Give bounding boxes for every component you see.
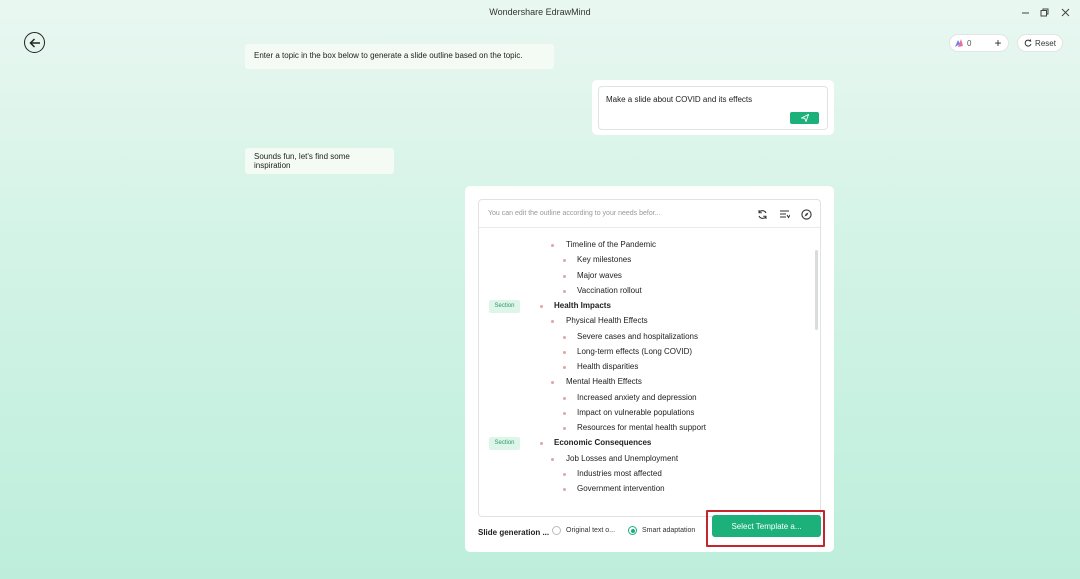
outline-item-row[interactable]: Severe cases and hospitalizations [479,330,814,344]
outline-item-row[interactable]: Impact on vulnerable populations [479,406,814,420]
add-credits-button[interactable]: + [992,37,1004,49]
send-button[interactable] [790,112,819,124]
credits-counter: 0 + [949,34,1009,52]
outline-item-row[interactable]: Long-term effects (Long COVID) [479,345,814,359]
outline-item-text: Government intervention [577,484,665,493]
outline-item-text: Physical Health Effects [566,316,648,326]
back-button[interactable] [24,32,45,53]
bullet-icon [563,427,566,430]
restore-icon[interactable] [1037,5,1051,19]
bullet-icon [563,350,566,354]
outline-item-text: Timeline of the Pandemic [566,240,656,249]
section-tag: Section [489,437,520,451]
outline-item-row[interactable]: Vaccination rollout [479,284,814,298]
radio-original-label: Original text o... [566,527,616,534]
outline-header: You can edit the outline according to yo… [479,200,820,228]
outline-item-row[interactable]: Resources for mental health support [479,421,814,435]
outline-item-text: Mental Health Effects [566,377,642,387]
prompt-input[interactable]: Make a slide about COVID and its effects [598,86,828,130]
outline-item-text: Economic Consequences [554,438,652,448]
assistant-intro-message: Enter a topic in the box below to genera… [245,44,554,69]
outline-rows: Timeline of the Pandemic Key milestones Ma… [479,228,820,516]
radio-smart-adaptation[interactable]: Smart adaptation [628,526,695,535]
outline-item-row[interactable]: Key milestones [479,253,814,267]
outline-hint: You can edit the outline according to yo… [488,210,661,217]
select-template-button[interactable]: Select Template a... [712,515,821,537]
outline-item-text: Job Losses and Unemployment [566,453,679,463]
bullet-icon [563,289,566,293]
outline-item-row[interactable]: Health disparities [479,360,814,374]
outline-item-row[interactable]: Industries most affected [479,467,814,481]
credits-value: 0 [967,38,972,48]
ai-credits-icon [955,39,963,47]
bullet-icon [563,259,566,263]
outline-item-text: Key milestones [577,255,632,265]
radio-dot-selected [628,526,637,535]
outline-item-text: Vaccination rollout [577,285,642,295]
compass-icon[interactable] [800,208,812,220]
regenerate-icon[interactable] [756,208,768,220]
outline-item-text: Health disparities [577,362,639,371]
bullet-icon [540,442,543,446]
close-icon[interactable] [1058,5,1072,19]
bullet-icon [551,320,554,324]
outline-section-row[interactable]: Section Economic Consequences [479,436,814,451]
outline-item-text: Long-term effects (Long COVID) [577,346,693,356]
outline-item-text: Health Impacts [554,301,611,310]
outline-item-text: Industries most affected [577,468,662,478]
outline-section-row[interactable]: Section Health Impacts [479,299,814,313]
reset-button[interactable]: Reset [1017,34,1063,52]
outline-editor[interactable]: You can edit the outline according to yo… [478,199,821,517]
bullet-icon [563,488,566,491]
outline-item-text: Impact on vulnerable populations [577,407,695,417]
bullet-icon [551,244,554,247]
radio-dot [552,526,561,535]
outline-item-row[interactable]: Government intervention [479,482,814,496]
bullet-icon [551,457,554,461]
outline-item-row[interactable]: Physical Health Effects [479,314,814,328]
reply-message-text: Sounds fun, let's find some inspiration [254,152,350,170]
outline-item-row[interactable]: Increased anxiety and depression [479,391,814,405]
prompt-card: Make a slide about COVID and its effects [592,80,834,135]
intro-message-text: Enter a topic in the box below to genera… [254,51,523,60]
prompt-text: Make a slide about COVID and its effects [606,95,753,104]
section-tag: Section [489,300,520,313]
outline-item-text: Major waves [577,270,622,280]
outline-panel: You can edit the outline according to yo… [465,186,834,552]
reset-label: Reset [1035,38,1056,48]
bullet-icon [563,366,566,369]
outline-item-row[interactable]: Job Losses and Unemployment [479,452,814,466]
radio-original-text[interactable]: Original text o... [552,526,615,535]
send-icon [800,114,809,122]
slide-generation-label: Slide generation ... [478,528,550,537]
outline-item-row[interactable]: Major waves [479,269,814,283]
outline-list-icon[interactable] [778,208,790,220]
outline-item-row[interactable]: Timeline of the Pandemic [479,238,814,252]
outline-item-text: Increased anxiety and depression [577,392,697,402]
arrow-left-icon [28,37,40,48]
radio-smart-label: Smart adaptation [642,527,696,534]
minimize-icon[interactable] [1018,5,1032,19]
bullet-icon [563,396,566,400]
bullet-icon [540,305,543,308]
bullet-icon [563,274,566,278]
assistant-reply-message: Sounds fun, let's find some inspiration [245,148,394,174]
outline-item-text: Severe cases and hospitalizations [577,331,698,341]
bullet-icon [563,472,566,476]
outline-item-row[interactable]: Mental Health Effects [479,375,814,389]
title-bar: Wondershare EdrawMind [0,0,1080,24]
outline-scrollbar[interactable] [815,250,818,330]
reset-icon [1024,39,1032,47]
bullet-icon [563,335,566,339]
outline-item-text: Resources for mental health support [577,423,706,432]
app-title: Wondershare EdrawMind [489,7,591,17]
bullet-icon [551,381,554,385]
bullet-icon [563,411,566,415]
